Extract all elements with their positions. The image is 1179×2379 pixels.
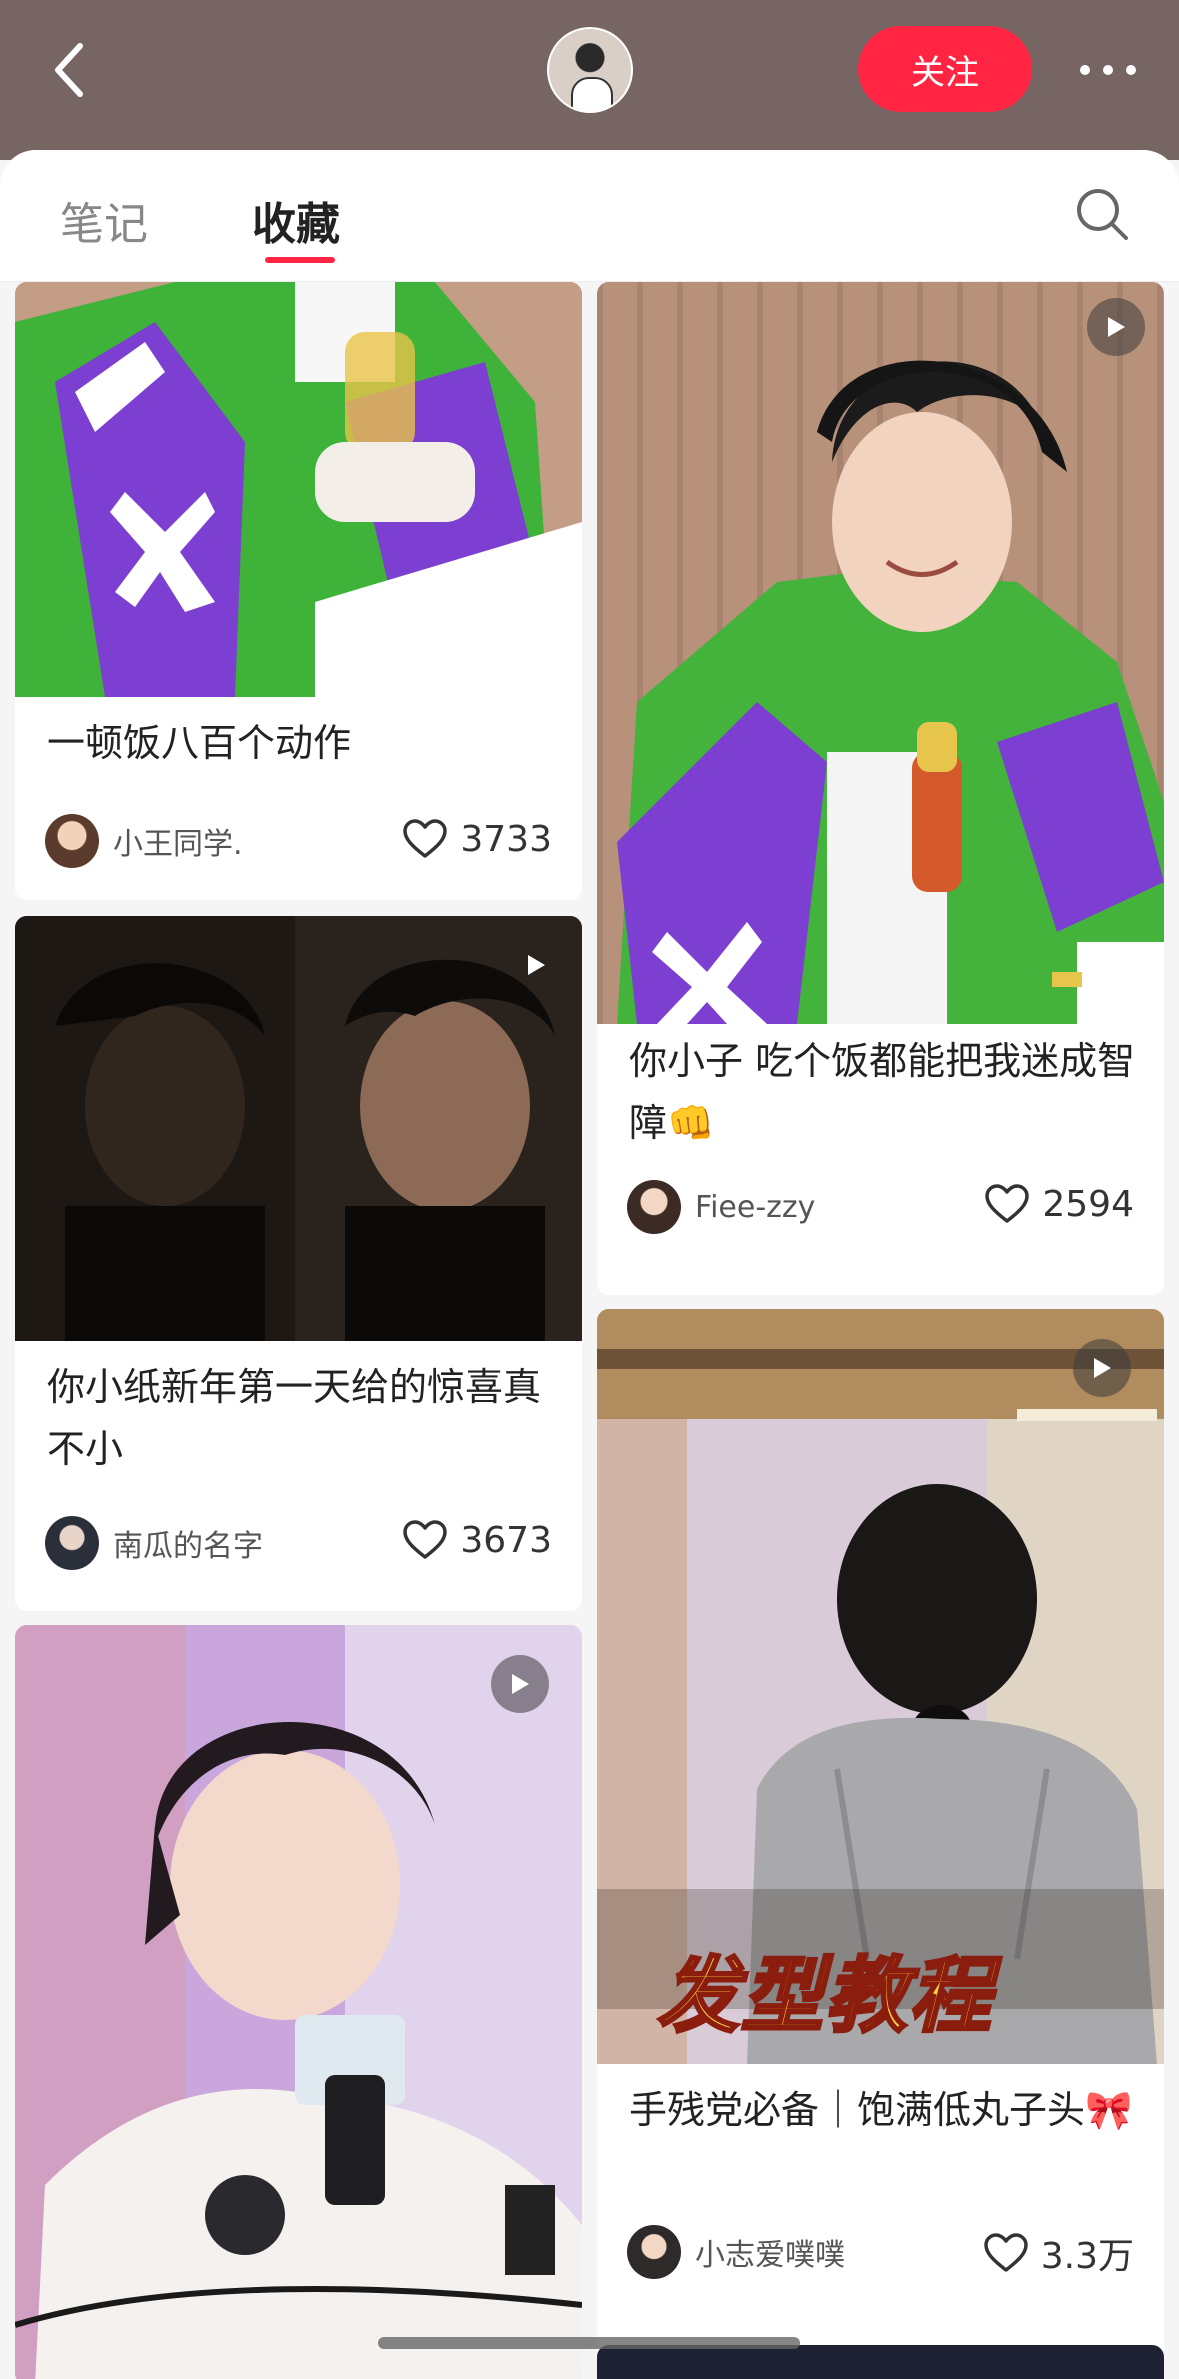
author-avatar: [45, 1516, 99, 1570]
note-card[interactable]: 发型教程 手残党必备｜饱满低丸子头🎀 小志爱噗噗 3.3万: [597, 1309, 1164, 2379]
note-card[interactable]: 你小纸新年第一天给的惊喜真不小 南瓜的名字 3673: [15, 916, 582, 1611]
heart-icon: [985, 1184, 1030, 1223]
author-name: Fiee-zzy: [695, 1189, 816, 1225]
video-play-badge: [491, 1655, 549, 1713]
tab-favorites[interactable]: 收藏: [252, 188, 340, 252]
profile-avatar[interactable]: [547, 27, 633, 113]
note-cover-image: [597, 282, 1164, 1024]
note-card[interactable]: [597, 2345, 1164, 2379]
note-card[interactable]: 你小子 吃个饭都能把我迷成智障👊 Fiee-zzy 2594: [597, 282, 1164, 1295]
like-number: 2594: [1042, 1183, 1134, 1225]
video-play-badge: [507, 936, 565, 994]
content-sheet: 笔记 收藏 一顿饭八百个动作 小王同学. 3733 你小子 吃个饭都能把我迷成智…: [0, 150, 1179, 2379]
note-card[interactable]: [15, 1625, 582, 2379]
heart-icon: [983, 2233, 1028, 2272]
more-button[interactable]: [1058, 40, 1158, 100]
note-title: 你小纸新年第一天给的惊喜真不小: [47, 1365, 542, 1471]
heart-icon: [403, 819, 448, 858]
top-bar: 关注: [0, 0, 1179, 160]
author-avatar: [627, 2225, 681, 2279]
like-count[interactable]: 3733: [402, 818, 552, 860]
note-author[interactable]: 南瓜的名字: [45, 1516, 263, 1570]
note-cover-image: [15, 282, 582, 697]
home-indicator[interactable]: [378, 2337, 800, 2349]
author-name: 南瓜的名字: [113, 1529, 263, 1564]
play-icon: [528, 955, 545, 975]
author-avatar: [45, 814, 99, 868]
back-button[interactable]: [40, 30, 100, 110]
author-name: 小王同学.: [113, 827, 243, 862]
more-dots-icon: [1080, 65, 1136, 75]
follow-button[interactable]: 关注: [858, 26, 1032, 112]
note-title: 手残党必备｜饱满低丸子头🎀: [629, 2088, 1133, 2132]
video-play-badge: [1087, 298, 1145, 356]
tab-bar: 笔记 收藏: [0, 150, 1179, 282]
note-title: 你小子 吃个饭都能把我迷成智障👊: [629, 1039, 1136, 1145]
play-icon: [512, 1674, 529, 1694]
search-icon: [1077, 189, 1128, 240]
like-number: 3673: [460, 1519, 552, 1561]
play-icon: [1094, 1358, 1111, 1378]
note-cover-image: [15, 1625, 582, 2379]
note-author[interactable]: 小志爱噗噗: [627, 2225, 845, 2279]
video-play-badge: [1073, 1339, 1131, 1397]
note-card[interactable]: 一顿饭八百个动作 小王同学. 3733: [15, 282, 582, 900]
note-cover-image: [597, 2345, 1164, 2379]
like-count[interactable]: 2594: [984, 1183, 1134, 1225]
author-avatar: [627, 1180, 681, 1234]
search-button[interactable]: [1070, 182, 1134, 246]
like-count[interactable]: 3.3万: [983, 2227, 1134, 2279]
note-author[interactable]: 小王同学.: [45, 814, 243, 868]
note-author[interactable]: Fiee-zzy: [627, 1180, 815, 1234]
author-name: 小志爱噗噗: [695, 2238, 845, 2273]
active-tab-indicator: [265, 257, 335, 263]
note-cover-image: [15, 916, 582, 1341]
note-title: 一顿饭八百个动作: [47, 721, 352, 765]
tab-notes[interactable]: 笔记: [60, 188, 148, 252]
play-icon: [1108, 317, 1125, 337]
note-cover-image: 发型教程: [597, 1309, 1164, 2064]
like-number: 3.3万: [1040, 2236, 1134, 2277]
back-arrow-icon: [55, 43, 83, 97]
heart-icon: [403, 1520, 448, 1559]
cover-banner-text: 发型教程: [656, 1948, 993, 2046]
like-count[interactable]: 3673: [402, 1519, 552, 1561]
like-number: 3733: [460, 818, 552, 860]
